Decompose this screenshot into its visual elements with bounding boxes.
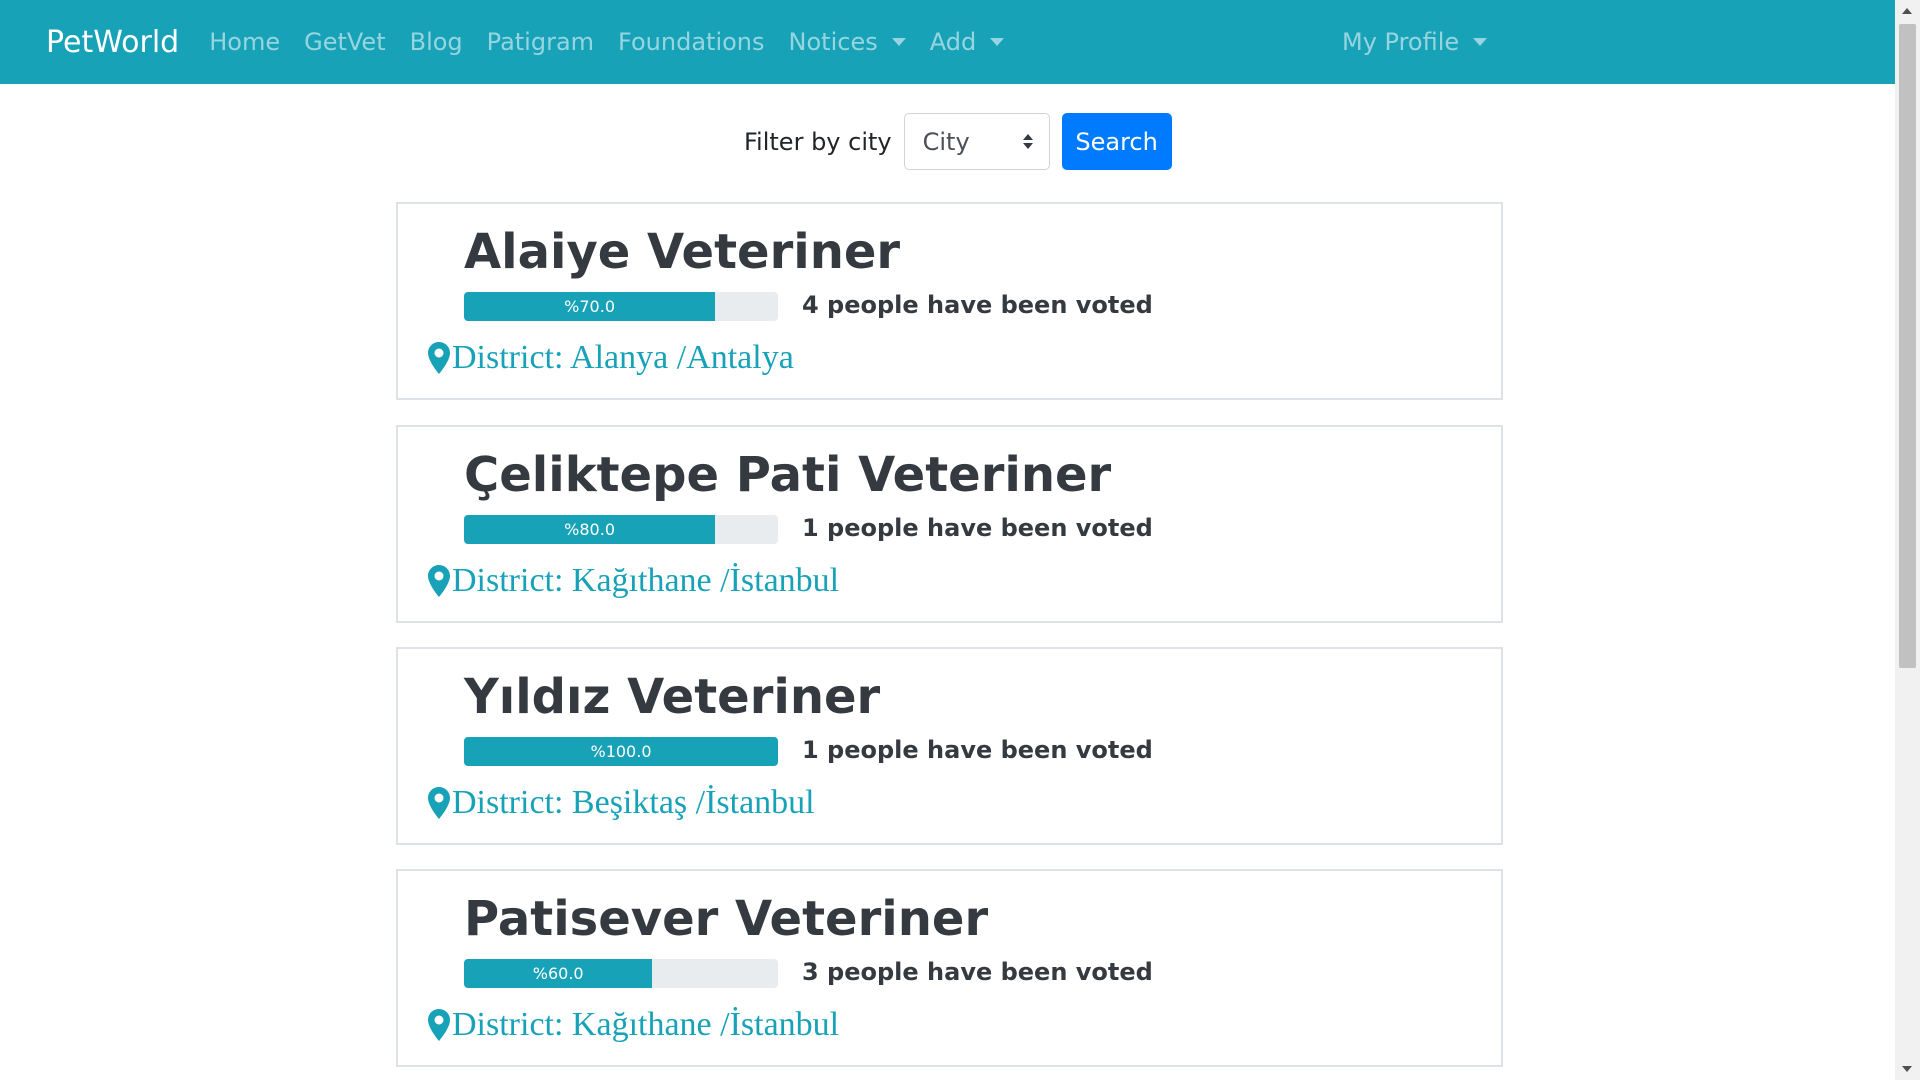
search-button[interactable]: Search: [1061, 113, 1172, 170]
caret-down-icon: [891, 38, 906, 46]
nav-notices-label: Notices: [788, 28, 878, 56]
caret-down-icon: [990, 38, 1005, 46]
vet-name[interactable]: Alaiye Veteriner: [464, 224, 900, 280]
city-select-value: City: [922, 127, 970, 156]
select-arrows-icon: [1022, 134, 1033, 149]
city-filter-form: Filter by city City Search: [744, 113, 1172, 170]
scroll-up-arrow-icon[interactable]: [1902, 8, 1912, 14]
district-link[interactable]: District: Kağıthane /İstanbul: [428, 1006, 839, 1044]
vet-name[interactable]: Çeliktepe Pati Veteriner: [464, 447, 1111, 503]
nav-add-dropdown[interactable]: Add: [929, 28, 1005, 56]
rating-progress: %80.0: [464, 515, 778, 544]
caret-down-icon: [1473, 38, 1488, 46]
map-pin-icon: [428, 1009, 450, 1041]
my-profile-dropdown[interactable]: My Profile: [1342, 28, 1488, 56]
nav-add-label: Add: [929, 28, 977, 56]
nav-blog[interactable]: Blog: [410, 28, 463, 56]
scrollbar-thumb[interactable]: [1899, 24, 1916, 668]
filter-label: Filter by city: [744, 127, 892, 156]
vote-count: 3 people have been voted: [802, 958, 1153, 986]
district-text: District: Kağıthane /İstanbul: [452, 562, 840, 599]
district-text: District: Beşiktaş /İstanbul: [452, 784, 815, 821]
district-text: District: Alanya /Antalya: [452, 339, 794, 376]
vet-name[interactable]: Patisever Veteriner: [464, 891, 988, 947]
map-pin-icon: [428, 565, 450, 597]
vote-count: 1 people have been voted: [802, 736, 1153, 764]
rating-progress: %60.0: [464, 959, 778, 988]
vet-card: Çeliktepe Pati Veteriner %80.0 1 people …: [396, 425, 1503, 623]
rating-progress: %70.0: [464, 292, 778, 321]
city-select[interactable]: City: [903, 113, 1050, 170]
nav-patigram[interactable]: Patigram: [487, 28, 594, 56]
rating-progress-bar: %60.0: [464, 959, 653, 988]
brand-logo[interactable]: PetWorld: [46, 25, 179, 60]
district-link[interactable]: District: Kağıthane /İstanbul: [428, 562, 839, 600]
nav-home[interactable]: Home: [209, 28, 280, 56]
rating-progress-bar: %80.0: [464, 515, 716, 544]
district-link[interactable]: District: Alanya /Antalya: [428, 339, 794, 377]
vet-card: Patisever Veteriner %60.0 3 people have …: [396, 869, 1503, 1067]
nav-foundations[interactable]: Foundations: [618, 28, 764, 56]
rating-progress-bar: %100.0: [464, 737, 778, 766]
scroll-down-arrow-icon[interactable]: [1902, 1066, 1912, 1072]
vote-count: 4 people have been voted: [802, 291, 1153, 319]
page-scrollbar[interactable]: [1895, 0, 1920, 1080]
rating-progress: %100.0: [464, 737, 778, 766]
vet-name[interactable]: Yıldız Veteriner: [464, 669, 880, 725]
nav-getvet[interactable]: GetVet: [304, 28, 386, 56]
map-pin-icon: [428, 787, 450, 819]
map-pin-icon: [428, 342, 450, 374]
vet-card: Alaiye Veteriner %70.0 4 people have bee…: [396, 202, 1503, 400]
district-text: District: Kağıthane /İstanbul: [452, 1006, 840, 1043]
vet-card: Yıldız Veteriner %100.0 1 people have be…: [396, 647, 1503, 845]
district-link[interactable]: District: Beşiktaş /İstanbul: [428, 784, 815, 822]
my-profile-label: My Profile: [1342, 28, 1460, 56]
nav-notices-dropdown[interactable]: Notices: [789, 28, 906, 56]
rating-progress-bar: %70.0: [464, 292, 716, 321]
top-navbar: PetWorld Home GetVet Blog Patigram Found…: [0, 0, 1895, 84]
vote-count: 1 people have been voted: [802, 514, 1153, 542]
